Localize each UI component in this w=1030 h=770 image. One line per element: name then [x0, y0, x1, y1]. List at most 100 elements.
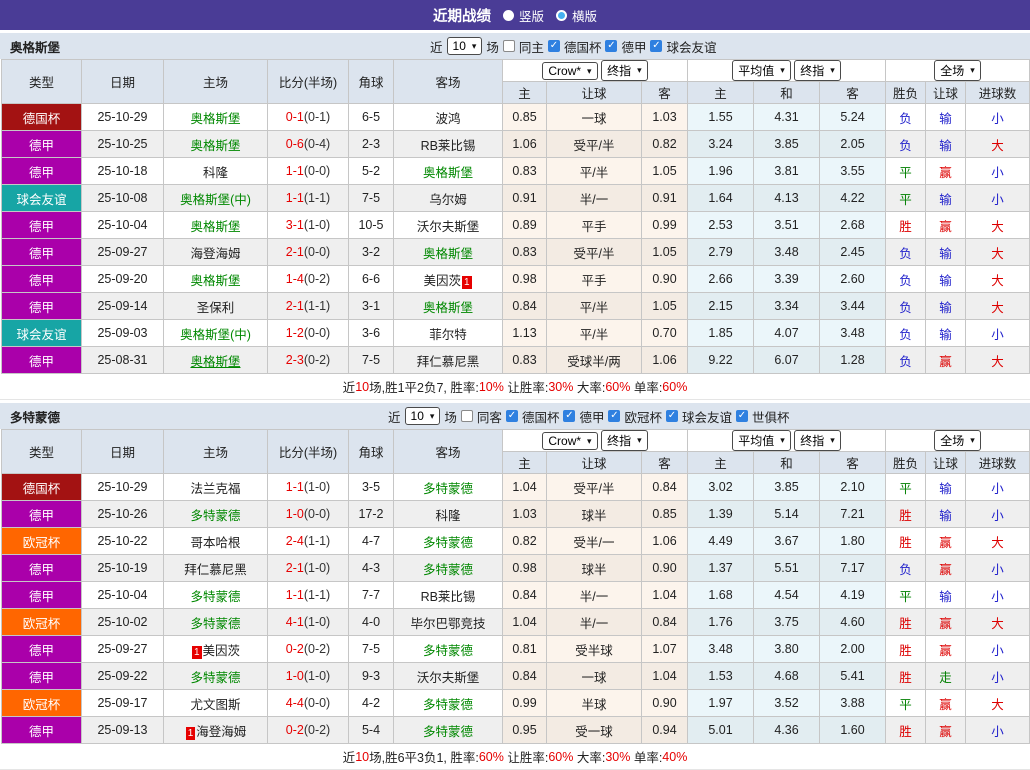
home-team-cell[interactable]: 海登海姆 — [163, 238, 268, 266]
home-team-cell[interactable]: 多特蒙德 — [163, 608, 268, 636]
final-index-select[interactable]: 终指 ▾ — [794, 60, 841, 81]
view-option-vertical[interactable]: 竖版 — [502, 6, 544, 25]
halftime-score: (0-1) — [303, 110, 331, 124]
home-team-cell[interactable]: 奥格斯堡 — [163, 103, 268, 131]
score-cell: 0-2(0-2) — [267, 635, 349, 663]
team-name: 沃尔夫斯堡 — [416, 670, 480, 685]
competition-filter-0-checkbox[interactable]: ✓ — [547, 40, 560, 52]
handicap-home-odds: 0.84 — [502, 662, 547, 690]
winloss-result: 平 — [885, 689, 927, 717]
halftime-score: (0-0) — [303, 507, 331, 521]
date-cell: 25-10-08 — [81, 184, 164, 212]
same-venue-checkbox[interactable] — [502, 40, 515, 52]
home-team-cell[interactable]: 多特蒙德 — [163, 500, 268, 528]
corners-cell: 7-7 — [348, 581, 394, 609]
away-team-cell[interactable]: 多特蒙德 — [393, 527, 503, 555]
handicap-line: 球半 — [546, 554, 642, 582]
away-team-cell[interactable]: RB莱比锡 — [393, 130, 503, 158]
avg-away-odds: 1.80 — [818, 527, 887, 555]
halftime-score: (1-1) — [303, 534, 331, 548]
average-select[interactable]: 平均值 ▾ — [732, 60, 791, 81]
date-cell: 25-09-14 — [81, 292, 164, 320]
fulltime-score: 4-1 — [285, 615, 304, 629]
away-team-cell[interactable]: 奥格斯堡 — [393, 292, 503, 320]
away-team-cell[interactable]: 科隆 — [393, 500, 503, 528]
home-team-cell[interactable]: 圣保利 — [163, 292, 268, 320]
away-team-cell[interactable]: 沃尔夫斯堡 — [393, 662, 503, 690]
away-team-cell[interactable]: 美因茨 1 — [393, 265, 503, 293]
final-index-select[interactable]: 终指 ▾ — [794, 430, 841, 451]
competition-filter-2-checkbox[interactable]: ✓ — [650, 40, 663, 52]
match-count-value: 10 — [452, 39, 466, 53]
home-team-cell[interactable]: 多特蒙德 — [163, 662, 268, 690]
away-team-cell[interactable]: 波鸿 — [393, 103, 503, 131]
home-team-cell[interactable]: 奥格斯堡 — [163, 346, 268, 374]
avg-draw-odds: 6.07 — [753, 346, 820, 374]
team-name: 沃尔夫斯堡 — [416, 219, 480, 234]
date-cell: 25-10-04 — [81, 581, 164, 609]
match-count-select[interactable]: 10 ▾ — [404, 407, 441, 425]
match-count-select[interactable]: 10 ▾ — [446, 37, 483, 55]
away-team-cell[interactable]: 菲尔特 — [393, 319, 503, 347]
summary-segment: 60% — [605, 379, 631, 394]
winloss-result: 胜 — [885, 211, 927, 239]
home-team-cell[interactable]: 哥本哈根 — [163, 527, 268, 555]
competition-filter-0-checkbox[interactable]: ✓ — [505, 410, 518, 422]
home-team-cell[interactable]: 尤文图斯 — [163, 689, 268, 717]
scope-select[interactable]: 全场 ▾ — [934, 430, 981, 451]
home-team-cell[interactable]: 奥格斯堡 — [163, 265, 268, 293]
winloss-result: 负 — [885, 346, 927, 374]
col-date: 日期 — [81, 59, 164, 104]
competition-filter-4-checkbox[interactable]: ✓ — [736, 410, 748, 422]
away-team-cell[interactable]: 拜仁慕尼黑 — [393, 346, 503, 374]
away-team-cell[interactable]: RB莱比锡 — [393, 581, 503, 609]
view-option-horizontal[interactable]: 横版 — [556, 6, 597, 25]
home-team-cell[interactable]: 奥格斯堡(中) — [163, 184, 268, 212]
away-team-cell[interactable]: 奥格斯堡 — [393, 238, 503, 266]
away-team-cell[interactable]: 多特蒙德 — [393, 716, 503, 744]
home-team-cell[interactable]: 奥格斯堡 — [163, 211, 268, 239]
bookmaker-select[interactable]: Crow* ▾ — [542, 432, 598, 450]
competition-filter-2-checkbox[interactable]: ✓ — [608, 410, 621, 422]
home-team-cell[interactable]: 奥格斯堡 — [163, 130, 268, 158]
home-team-cell[interactable]: 法兰克福 — [163, 473, 268, 501]
home-team-cell[interactable]: 科隆 — [163, 157, 268, 185]
away-team-cell[interactable]: 多特蒙德 — [393, 554, 503, 582]
handicap-result: 赢 — [925, 157, 967, 185]
col-type: 类型 — [1, 429, 82, 474]
competition-filter-1-checkbox[interactable]: ✓ — [563, 410, 576, 422]
away-team-cell[interactable]: 多特蒙德 — [393, 473, 503, 501]
avg-draw-odds: 4.36 — [753, 716, 820, 744]
winloss-result: 胜 — [885, 500, 927, 528]
away-team-cell[interactable]: 多特蒙德 — [393, 689, 503, 717]
date-cell: 25-10-19 — [81, 554, 164, 582]
competition-filter-1-checkbox[interactable]: ✓ — [605, 40, 618, 52]
competition-filter-3-checkbox[interactable]: ✓ — [665, 410, 678, 422]
fulltime-score: 1-1 — [285, 164, 304, 178]
away-team-cell[interactable]: 奥格斯堡 — [393, 157, 503, 185]
chevron-down-icon: ▾ — [429, 410, 435, 421]
away-team-cell[interactable]: 多特蒙德 — [393, 635, 503, 663]
final-index-select[interactable]: 终指 ▾ — [601, 430, 648, 451]
chevron-down-icon: ▾ — [587, 435, 592, 446]
goals-result: 小 — [965, 103, 1030, 131]
away-team-cell[interactable]: 毕尔巴鄂竞技 — [393, 608, 503, 636]
handicap-home-odds: 1.04 — [502, 473, 547, 501]
home-team-cell[interactable]: 拜仁慕尼黑 — [163, 554, 268, 582]
final-index-select[interactable]: 终指 ▾ — [601, 60, 648, 81]
winloss-result: 胜 — [885, 635, 927, 663]
home-team-cell[interactable]: 1 海登海姆 — [163, 716, 268, 744]
scope-select[interactable]: 全场 ▾ — [934, 60, 981, 81]
handicap-line: 半/一 — [546, 184, 642, 212]
avg-home-odds: 1.68 — [687, 581, 754, 609]
same-venue-checkbox[interactable] — [460, 410, 473, 422]
away-team-cell[interactable]: 乌尔姆 — [393, 184, 503, 212]
average-select-group: 平均值 ▾ 终指 ▾ — [686, 429, 887, 452]
bookmaker-select[interactable]: Crow* ▾ — [542, 62, 598, 80]
home-team-cell[interactable]: 多特蒙德 — [163, 581, 268, 609]
home-team-cell[interactable]: 1 美因茨 — [163, 635, 268, 663]
score-cell: 1-0(1-0) — [267, 662, 349, 690]
away-team-cell[interactable]: 沃尔夫斯堡 — [393, 211, 503, 239]
home-team-cell[interactable]: 奥格斯堡(中) — [163, 319, 268, 347]
average-select[interactable]: 平均值 ▾ — [732, 430, 791, 451]
